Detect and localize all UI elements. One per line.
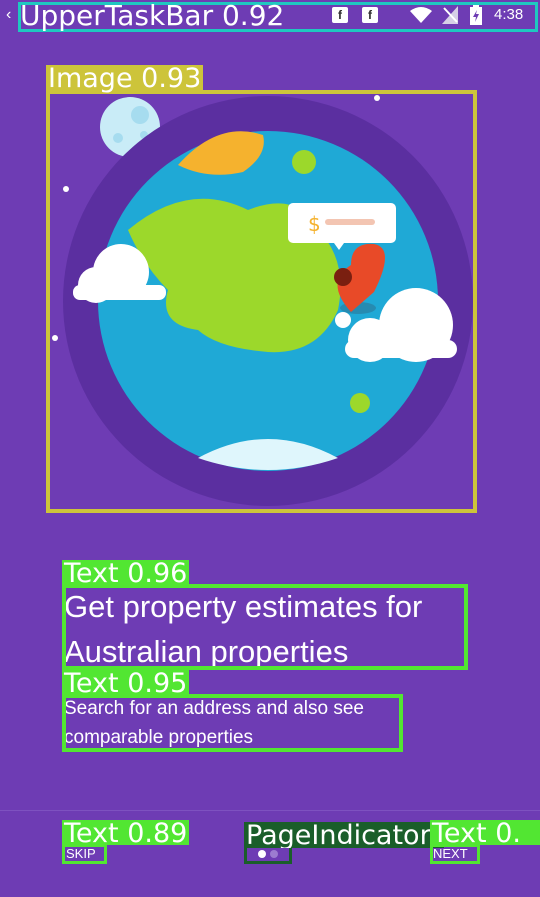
annotation-label: Text 0.96 [62, 558, 190, 589]
annotation-label: Text 0. [430, 820, 540, 845]
annotation-label: Text 0.89 [62, 818, 190, 849]
annotation-label: Text 0.95 [62, 668, 190, 699]
annotation-box-text [62, 694, 403, 752]
back-arrow-icon[interactable]: ‹ [6, 6, 16, 24]
annotation-label: Image 0.93 [46, 63, 204, 94]
annotation-box-text [62, 584, 468, 670]
annotation-box-text [430, 844, 480, 864]
bottom-divider [0, 810, 540, 811]
annotation-label: UpperTaskBar 0.92 [20, 0, 285, 32]
annotation-box-image [46, 90, 477, 513]
annotation-label: PageIndicator [244, 822, 444, 848]
